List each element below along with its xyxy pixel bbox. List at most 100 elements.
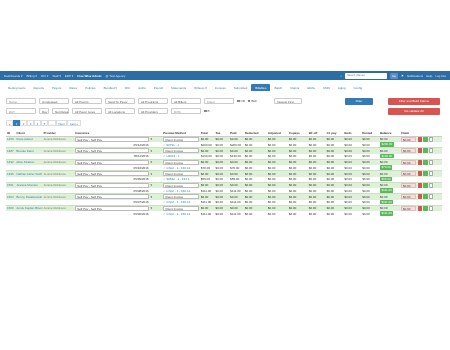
day-filter[interactable]: DAY [6,108,36,114]
locations-select[interactable]: All Locations [105,108,135,114]
insurance-select[interactable]: Self Pay - Self Pay [75,194,149,200]
save-icon[interactable] [422,160,428,165]
dos-filter[interactable]: DOS [171,108,201,114]
release-select[interactable]: Not Released [52,108,69,114]
menu-dashboards[interactable]: Dashboards ▾ [4,74,23,78]
tab-statements[interactable]: Statements [167,84,190,91]
tab-bundled[interactable]: Bundled ▾ [100,84,121,91]
page-link[interactable]: Next [55,120,68,126]
tab-payors[interactable]: Payors [48,84,65,91]
method-select[interactable]: Client Invoice [163,148,199,154]
view-icon[interactable] [428,137,433,142]
view-icon[interactable] [428,148,433,154]
page-link[interactable]: Last » [67,120,81,126]
claim-field[interactable]: $0.00 [400,183,416,188]
claim-field[interactable]: $0.00 [400,148,416,154]
revalidate-button[interactable]: Re-validate All [388,108,440,115]
tab-submitted[interactable]: Submitted [230,84,252,91]
pdf-icon[interactable] [417,206,422,211]
method-select[interactable]: Client Invoice [163,171,199,177]
tab-rates[interactable]: Rates [65,84,81,91]
insurance-select[interactable]: Self Pay - Self Pay [75,148,149,154]
client-name[interactable]: Nathan Asher Swift [16,172,42,176]
tab-auths[interactable]: Auths [134,84,150,91]
b-checkbox[interactable]: B [204,108,210,114]
view-icon[interactable] [428,183,433,188]
tab-payroll[interactable]: Payroll [150,84,167,91]
save-icon[interactable] [422,206,428,211]
name-filter[interactable]: Name [6,98,36,104]
bef-checkbox[interactable]: BEF [247,98,257,104]
tab-claims[interactable]: Claims [286,84,303,91]
logout-link[interactable]: Log Out [435,74,446,78]
method-select[interactable]: Client Invoice [163,194,199,200]
tab-cmn[interactable]: CMN [319,84,334,91]
client-name[interactable]: Alice Stratton [16,160,34,164]
pdf-icon[interactable] [417,160,422,165]
claim-field[interactable]: $0.00 [400,171,416,177]
status-select[interactable]: Unreleased [39,98,69,104]
service-code[interactable]: Inhp2 - 1 - F40.12 [166,200,190,204]
billers-select[interactable]: All Billers [171,98,201,104]
client-name[interactable]: Jessica Monaco [16,183,38,187]
tab-invoices[interactable]: Invoices [211,84,230,91]
menu-erp[interactable]: ERP ▾ [65,74,73,78]
day-select[interactable]: Day [39,108,49,114]
insurance-select[interactable]: Self Pay - Self Pay [75,183,149,188]
menu-rci[interactable]: RCI ▾ [41,74,49,78]
claim-field[interactable]: $0.00 [400,160,416,165]
service-code[interactable]: 90791 - 1 [166,143,179,147]
tab-writeup[interactable]: Writeup ▾ [190,84,211,91]
menu-staff[interactable]: Staff ▾ [52,74,60,78]
service-code[interactable]: 90832 - 1 - F34.1 [166,177,189,181]
payor-type-select[interactable]: All Payor types [72,108,102,114]
view-icon[interactable] [428,206,433,211]
send-to-select[interactable]: Send To Payor [105,98,135,104]
insurance-select[interactable]: Self Pay - Self Pay [75,137,149,142]
method-select[interactable]: Client Invoice [163,137,199,142]
client-name[interactable]: Annie Kaplan Bloomy [16,206,42,210]
programs-select[interactable]: All Programs [138,98,168,104]
menu-billing[interactable]: Billing ▾ [27,74,37,78]
row-id[interactable]: 1487 [7,149,14,153]
search-input[interactable] [345,72,388,79]
save-icon[interactable] [422,183,428,188]
method-select[interactable]: Client Invoice [163,160,199,165]
row-id[interactable]: 1450 [7,137,14,141]
row-id[interactable]: 1501 [7,183,14,187]
service-code[interactable]: Inhp2 - 1 - F40.12 [166,212,190,216]
tab-reports[interactable]: Reports [30,84,49,91]
tab-deployments[interactable]: Deployments [4,84,30,91]
method-select[interactable]: Client Invoice [163,206,199,211]
client-name[interactable]: Brooke Karol [16,149,33,153]
tab-ric[interactable]: RIC [121,84,134,91]
pdf-icon[interactable] [417,137,422,142]
service-code[interactable]: Inhp2 - 1 - F40.12 [166,166,190,170]
tab-billables[interactable]: Billables [251,84,271,91]
tab-aging[interactable]: Aging [334,84,350,91]
build-claims-button[interactable]: Filter and Build Claims [388,98,440,105]
view-icon[interactable] [428,160,433,165]
pdf-icon[interactable] [417,183,422,188]
tab-eras[interactable]: ERAs [303,84,319,91]
row-id[interactable]: 1503 [7,195,14,199]
payors-select[interactable]: All Payors [72,98,102,104]
tab-policies[interactable]: Policies [81,84,99,91]
method-select[interactable]: Client Invoice [163,183,199,188]
save-icon[interactable] [422,137,428,142]
service-code[interactable]: Inhp2 - 1 - F40.12 [166,189,190,193]
providers-select[interactable]: All Providers [138,108,168,114]
save-icon[interactable] [422,171,428,177]
view-icon[interactable] [428,171,433,177]
pdf-icon[interactable] [417,194,422,200]
save-icon[interactable] [422,194,428,200]
client-filter[interactable]: Client [204,98,234,104]
client-name[interactable]: Bonny Kwiatkowski [16,195,42,199]
insurance-select[interactable]: Self Pay - Self Pay [75,206,149,211]
view-icon[interactable] [428,194,433,200]
sort-select[interactable]: Newest First [274,98,303,104]
pdf-icon[interactable] [417,171,422,177]
pdf-icon[interactable] [417,148,422,154]
claim-field[interactable]: $0.00 [400,206,416,211]
save-icon[interactable] [422,148,428,154]
